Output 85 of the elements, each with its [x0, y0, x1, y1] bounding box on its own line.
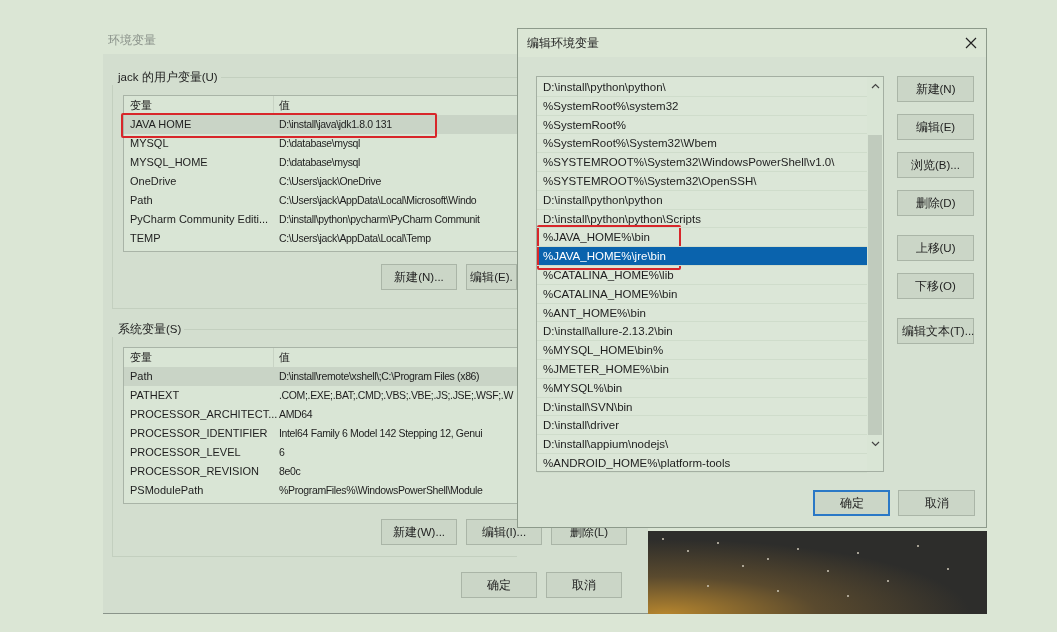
table-row[interactable]: TEMP C:\Users\jack\AppData\Local\Temp	[124, 229, 517, 248]
group-label: 系统变量(S)	[112, 321, 185, 337]
table-cell-text: D:\database\mysql	[278, 136, 360, 151]
table-cell-text: PSModulePath	[129, 483, 205, 498]
table-cell-text: PyCharm Community Editi...	[129, 212, 270, 227]
table-cell-text: Path	[129, 193, 154, 208]
table-cell-text: OneDrive	[129, 174, 178, 189]
scroll-down-icon	[870, 441, 880, 447]
list-item[interactable]: %SystemRoot%\System32\Wbem	[537, 134, 867, 154]
table-cell-text: Path	[129, 369, 154, 384]
table-row[interactable]: JAVA HOME D:\install\java\jdk1.8.0 131	[124, 115, 517, 134]
table-cell-text: C:\Users\jack\AppData\Local\Temp	[278, 231, 431, 246]
table-cell-text: D:\install\remote\xshell\;C:\Program Files (x86)	[278, 369, 480, 384]
table-row[interactable]: MYSQL_HOME D:\database\mysql	[124, 153, 517, 172]
table-row[interactable]: PROCESSOR_ARCHITECT...AMD64	[124, 405, 517, 424]
table-cell-text: D:\install\python\pycharm\PyCharm Communit	[278, 212, 480, 227]
list-item[interactable]: D:\install\allure-2.13.2\bin	[537, 322, 867, 342]
list-item[interactable]: %ANT_HOME%\bin	[537, 303, 867, 323]
list-item[interactable]: %MYSQL%\bin	[537, 378, 867, 398]
button[interactable]: 下移(O)	[897, 273, 974, 299]
list-item[interactable]: %JMETER_HOME%\bin	[537, 359, 867, 379]
button[interactable]: 确定	[461, 572, 537, 598]
list-item[interactable]: %SYSTEMROOT%\System32\OpenSSH\	[537, 172, 867, 191]
list-item[interactable]: D:\install\appium\nodejs\	[537, 435, 867, 454]
table-cell-text: MYSQL	[129, 136, 170, 151]
table-row[interactable]: PROCESSOR_REVISION 8e0c	[124, 462, 517, 481]
list-item[interactable]: %MYSQL_HOME\bin%	[537, 341, 867, 360]
list-item[interactable]: D:\install\python\python	[537, 190, 867, 210]
table-row[interactable]: PATHEXT .COM;.EXE;.BAT;.CMD;.VBS;.VBE;.JS;.JSE;.WSF;.W	[124, 386, 517, 405]
close-icon[interactable]	[965, 37, 977, 49]
table-row[interactable]: PSModulePath %ProgramFiles%\WindowsPowerShell\Module	[124, 481, 517, 500]
table-cell-text: TEMP	[129, 231, 162, 246]
button[interactable]: 浏览(B)...	[897, 152, 974, 178]
table-row[interactable]: OneDrive C:\Users\jack\OneDrive	[124, 172, 517, 191]
table-cell-text: %ProgramFiles%\WindowsPowerShell\Module	[278, 483, 483, 498]
table-cell-text: .COM;.EXE;.BAT;.CMD;.VBS;.VBE;.JS;.JSE;.WSF;.W	[278, 388, 513, 403]
table-row[interactable]: PROCESSOR_LEVEL 6	[124, 443, 517, 462]
table-cell-text: 6	[278, 445, 285, 460]
button[interactable]: 取消	[898, 490, 975, 516]
table-cell-text: C:\Users\jack\AppData\Local\Microsoft\Windo	[278, 193, 477, 208]
table-cell-text: 8e0c	[278, 464, 301, 479]
button[interactable]: 编辑文本(T)...	[897, 318, 974, 344]
table-cell-text: C:\Users\jack\OneDrive	[278, 174, 381, 189]
button[interactable]: 确定	[813, 490, 890, 516]
list-item[interactable]: %JAVA_HOME%\jre\bin	[537, 247, 867, 266]
column-header: 值	[278, 350, 290, 365]
table-row[interactable]: Path D:\install\remote\xshell\;C:\Program Files (x86)	[124, 367, 517, 386]
button[interactable]: 编辑(E)	[897, 114, 974, 140]
table-row[interactable]: Path C:\Users\jack\AppData\Local\Microsoft\Windo	[124, 191, 517, 210]
button[interactable]: 删除(D)	[897, 190, 974, 216]
button[interactable]: 上移(U)	[897, 235, 974, 261]
table-cell-text: PROCESSOR_REVISION	[129, 464, 260, 479]
table-cell-text: MYSQL_HOME	[129, 155, 209, 170]
table-cell-text: PROCESSOR_IDENTIFIER	[129, 426, 269, 441]
list-item[interactable]: %SystemRoot%\system32	[537, 96, 867, 116]
table-cell-text: JAVA HOME	[129, 117, 193, 132]
table-cell-text: D:\database\mysql	[278, 155, 360, 170]
window-title: 环境变量	[107, 33, 156, 48]
table-cell-text: PROCESSOR_LEVEL	[129, 445, 242, 460]
button[interactable]: 新建(N)	[897, 76, 974, 102]
list-item[interactable]: %SYSTEMROOT%\System32\WindowsPowerShell\v1.0\	[537, 153, 867, 172]
scroll-up-icon	[870, 83, 880, 89]
scroll-thumb[interactable]	[868, 135, 882, 435]
dialog-title: 编辑环境变量	[527, 35, 599, 51]
table-row[interactable]: PyCharm Community Editi... D:\install\python\pycharm\PyCharm Communit	[124, 210, 517, 229]
button[interactable]: 新建(N)...	[381, 264, 457, 290]
list-item[interactable]: %SystemRoot%	[537, 115, 867, 135]
list-item[interactable]: %CATALINA_HOME%\lib	[537, 265, 867, 285]
column-header: 值	[278, 98, 290, 113]
table-cell-text: D:\install\java\jdk1.8.0 131	[278, 117, 392, 132]
button[interactable]: 编辑(E).	[466, 264, 517, 290]
list-item[interactable]: D:\install\python\python\	[537, 78, 867, 97]
list-item[interactable]: D:\install\python\python\Scripts	[537, 209, 867, 229]
button[interactable]: 新建(W)...	[381, 519, 457, 545]
table-row[interactable]: MYSQL D:\database\mysql	[124, 134, 517, 153]
list-item[interactable]: D:\install\driver	[537, 416, 867, 436]
list-item[interactable]: D:\install\SVN\bin	[537, 397, 867, 417]
list-item[interactable]: %ANDROID_HOME%\platform-tools	[537, 453, 867, 473]
table-row[interactable]: PROCESSOR_IDENTIFIER Intel64 Family 6 Model 142 Stepping 12, Genui	[124, 424, 517, 443]
button[interactable]: 取消	[546, 572, 622, 598]
table-cell-text: PATHEXT	[129, 388, 181, 403]
table-cell-text: AMD64	[278, 407, 313, 422]
list-item[interactable]: %CATALINA_HOME%\bin	[537, 284, 867, 304]
group-label: jack 的用户变量(U)	[112, 69, 221, 85]
table-cell-text: Intel64 Family 6 Model 142 Stepping 12, Genui	[278, 426, 483, 441]
